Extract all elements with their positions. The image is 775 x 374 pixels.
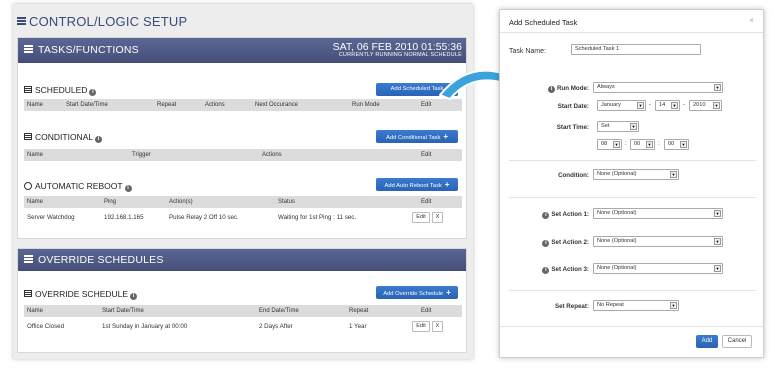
override-section-title: OVERRIDE SCHEDULE i [24, 289, 138, 300]
scheduled-table-header: Name Start Date/Time Repeat Actions Next… [24, 99, 462, 111]
add-conditional-task-button[interactable]: Add Conditional Task + [376, 130, 458, 143]
info-icon[interactable]: i [130, 293, 138, 300]
page-title: CONTROL/LOGIC SETUP [17, 14, 187, 29]
add-scheduled-task-dialog: Add Scheduled Task × Task Name: Schedule… [499, 9, 764, 358]
list-icon [24, 255, 33, 263]
plus-icon: + [444, 180, 450, 189]
chevron-down-icon: ▼ [646, 141, 653, 148]
set-action-2-label: i Set Action 2: [520, 239, 589, 247]
second-select[interactable]: 00 ▼ [664, 139, 689, 150]
chevron-down-icon: ▼ [713, 102, 720, 109]
chevron-down-icon: ▼ [630, 123, 637, 130]
start-time-mode-select[interactable]: Set ▼ [597, 121, 639, 132]
reboot-section-title: AUTOMATIC REBOOT i [24, 181, 132, 192]
tasks-card: TASKS/FUNCTIONS SAT, 06 FEB 2010 01:55:3… [17, 37, 467, 239]
run-mode-label: i Run Mode: [520, 85, 589, 93]
table-row: Office Closed 1st Sunday in January at 0… [24, 318, 462, 335]
set-action-1-label: i Set Action 1: [520, 211, 589, 219]
override-table-header: Name Start Date/Time End Date/Time Repea… [24, 305, 462, 317]
scheduled-section-title: SCHEDULED i [24, 85, 97, 96]
set-action-3-select[interactable]: None (Optional) ▼ [593, 263, 723, 274]
table-row: Server Watchdog 192.168.1.165 Pulse Rela… [24, 209, 462, 226]
info-icon[interactable]: i [542, 212, 550, 219]
edit-button[interactable]: Edit [412, 321, 430, 332]
add-auto-reboot-task-button[interactable]: Add Auto Reboot Task + [376, 178, 458, 191]
info-icon[interactable]: i [542, 240, 550, 247]
add-button[interactable]: Add [696, 335, 718, 348]
chevron-down-icon: ▼ [680, 141, 687, 148]
start-year-select[interactable]: 2010 ▼ [689, 100, 722, 111]
set-action-1-select[interactable]: None (Optional) ▼ [593, 208, 723, 219]
calendar-icon [24, 290, 32, 297]
info-icon[interactable]: i [89, 89, 97, 96]
close-icon[interactable]: × [749, 16, 754, 25]
override-banner-title: OVERRIDE SCHEDULES [38, 254, 164, 266]
tasks-banner-title: TASKS/FUNCTIONS [38, 44, 139, 56]
chevron-down-icon: ▼ [670, 302, 677, 309]
run-mode-select[interactable]: Always ▼ [593, 82, 723, 93]
divider [509, 290, 756, 291]
edit-button[interactable]: Edit [412, 212, 430, 223]
set-action-3-label: i Set Action 3: [520, 266, 589, 274]
plus-icon: + [446, 288, 451, 297]
chevron-down-icon: ▼ [714, 210, 721, 217]
chevron-down-icon: ▼ [670, 171, 677, 178]
plus-icon: + [443, 132, 449, 141]
task-name-label: Task Name: [509, 48, 546, 55]
dialog-title: Add Scheduled Task [509, 18, 578, 27]
set-repeat-label: Set Repeat: [554, 303, 589, 310]
conditional-section-title: CONDITIONAL i [24, 132, 103, 143]
power-icon [24, 182, 32, 190]
info-icon[interactable]: i [548, 86, 556, 93]
start-month-select[interactable]: January ▼ [597, 100, 646, 111]
delete-button[interactable]: X [432, 321, 443, 332]
control-logic-panel: CONTROL/LOGIC SETUP TASKS/FUNCTIONS SAT,… [13, 4, 473, 359]
info-icon[interactable]: i [95, 136, 103, 143]
add-override-schedule-button[interactable]: Add Override Schedule + [376, 286, 458, 299]
minute-select[interactable]: 00 ▼ [630, 139, 655, 150]
chevron-down-icon: ▼ [714, 265, 721, 272]
divider [509, 197, 756, 198]
chevron-down-icon: ▼ [637, 102, 644, 109]
start-day-select[interactable]: 14 ▼ [655, 100, 680, 111]
calendar-icon [24, 86, 32, 93]
grid-icon [24, 133, 32, 140]
cancel-button[interactable]: Cancel [722, 335, 752, 348]
condition-select[interactable]: None (Optional) ▼ [593, 169, 679, 180]
tasks-banner: TASKS/FUNCTIONS SAT, 06 FEB 2010 01:55:3… [18, 38, 466, 63]
conditional-table-header: Name Trigger Actions Edit [24, 149, 462, 161]
condition-label: Condition: [558, 172, 589, 179]
override-card: OVERRIDE SCHEDULES OVERRIDE SCHEDULE i Ad… [17, 248, 467, 353]
start-date-label: Start Date: [557, 103, 589, 110]
divider [509, 160, 756, 161]
task-name-input[interactable]: Scheduled Task 1 [571, 44, 701, 55]
set-repeat-select[interactable]: No Repeat ▼ [593, 300, 679, 311]
start-time-label: Start Time: [556, 124, 589, 131]
chevron-down-icon: ▼ [714, 238, 721, 245]
list-icon [17, 17, 26, 26]
chevron-down-icon: ▼ [613, 141, 620, 148]
reboot-table-header: Name Ping Action(s) Status Edit [24, 196, 462, 208]
hour-select[interactable]: 08 ▼ [597, 139, 622, 150]
list-icon [24, 45, 33, 53]
override-banner: OVERRIDE SCHEDULES [18, 249, 466, 271]
delete-button[interactable]: X [432, 212, 443, 223]
dialog-header: Add Scheduled Task × [500, 10, 763, 33]
set-action-2-select[interactable]: None (Optional) ▼ [593, 236, 723, 247]
chevron-down-icon: ▼ [714, 84, 721, 91]
info-icon[interactable]: i [542, 267, 550, 274]
info-icon[interactable]: i [124, 185, 132, 192]
chevron-down-icon: ▼ [671, 102, 678, 109]
divider [500, 326, 763, 327]
